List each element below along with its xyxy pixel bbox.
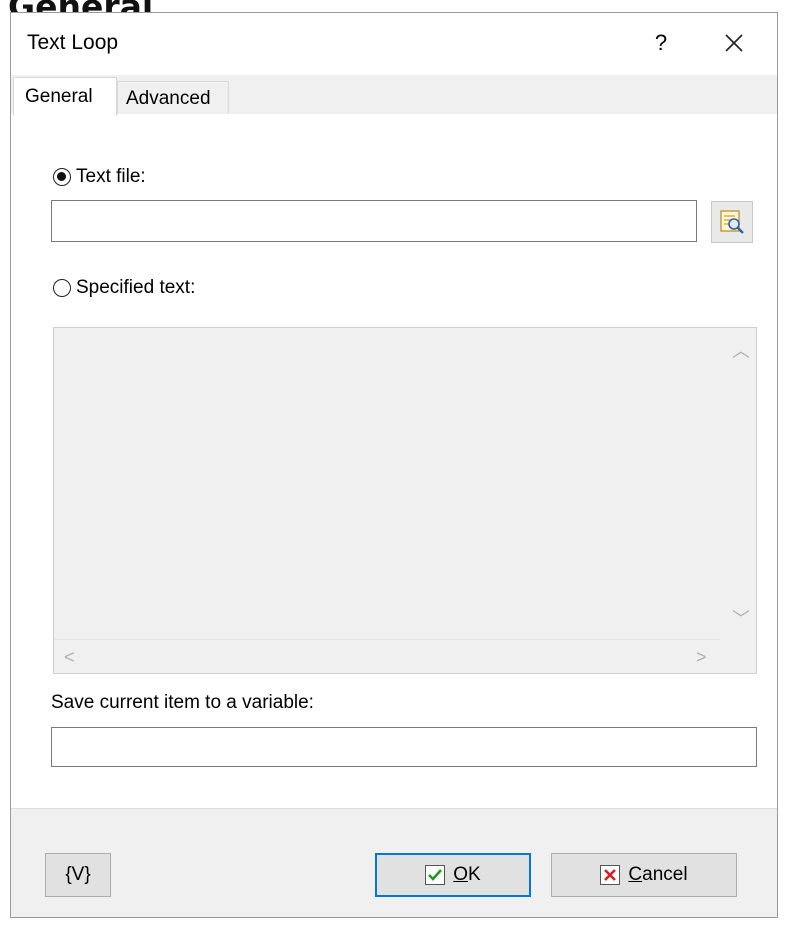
scrollbar-corner <box>720 637 756 673</box>
ok-label: OK <box>453 864 481 885</box>
scroll-left-icon[interactable]: < <box>64 648 75 666</box>
browse-file-icon <box>720 210 744 234</box>
text-file-radio[interactable] <box>53 168 71 186</box>
text-loop-dialog: Text Loop ? General Advanced Text file: <box>10 12 778 918</box>
specified-text-radio[interactable] <box>53 279 71 297</box>
text-file-label: Text file: <box>76 166 146 187</box>
text-file-path-input[interactable] <box>51 200 697 242</box>
close-icon <box>725 34 743 52</box>
specified-text-area[interactable]: ︿ ﹀ < > <box>53 327 757 674</box>
title-bar: Text Loop ? <box>11 13 777 75</box>
tab-general[interactable]: General <box>13 77 117 116</box>
cross-icon <box>600 865 621 885</box>
specified-text-label: Specified text: <box>76 277 196 298</box>
scroll-down-icon[interactable]: ﹀ <box>732 610 750 628</box>
close-button[interactable] <box>707 23 761 63</box>
vertical-scrollbar[interactable]: ︿ ﹀ <box>720 328 756 638</box>
window-title: Text Loop <box>27 31 119 54</box>
variable-name-input[interactable] <box>51 727 757 767</box>
checkmark-icon <box>425 865 446 885</box>
specified-text-radio-option[interactable]: Specified text: <box>53 277 195 299</box>
tab-strip: General Advanced <box>11 75 777 116</box>
horizontal-scrollbar[interactable]: < > <box>54 639 722 673</box>
ok-button[interactable]: OK <box>375 853 531 897</box>
scroll-right-icon[interactable]: > <box>696 648 707 666</box>
variable-label: Save current item to a variable: <box>51 692 314 713</box>
cancel-label: Cancel <box>628 864 688 885</box>
general-tab-panel: Text file: Specified text: ︿ ﹀ < > Save … <box>11 114 777 809</box>
tab-advanced[interactable]: Advanced <box>117 81 229 115</box>
scroll-up-icon[interactable]: ︿ <box>732 342 750 360</box>
variables-button[interactable]: {V} <box>45 853 111 897</box>
help-button[interactable]: ? <box>641 25 681 61</box>
browse-file-button[interactable] <box>711 201 753 243</box>
cancel-button[interactable]: Cancel <box>551 853 737 897</box>
text-file-radio-option[interactable]: Text file: <box>53 166 146 188</box>
